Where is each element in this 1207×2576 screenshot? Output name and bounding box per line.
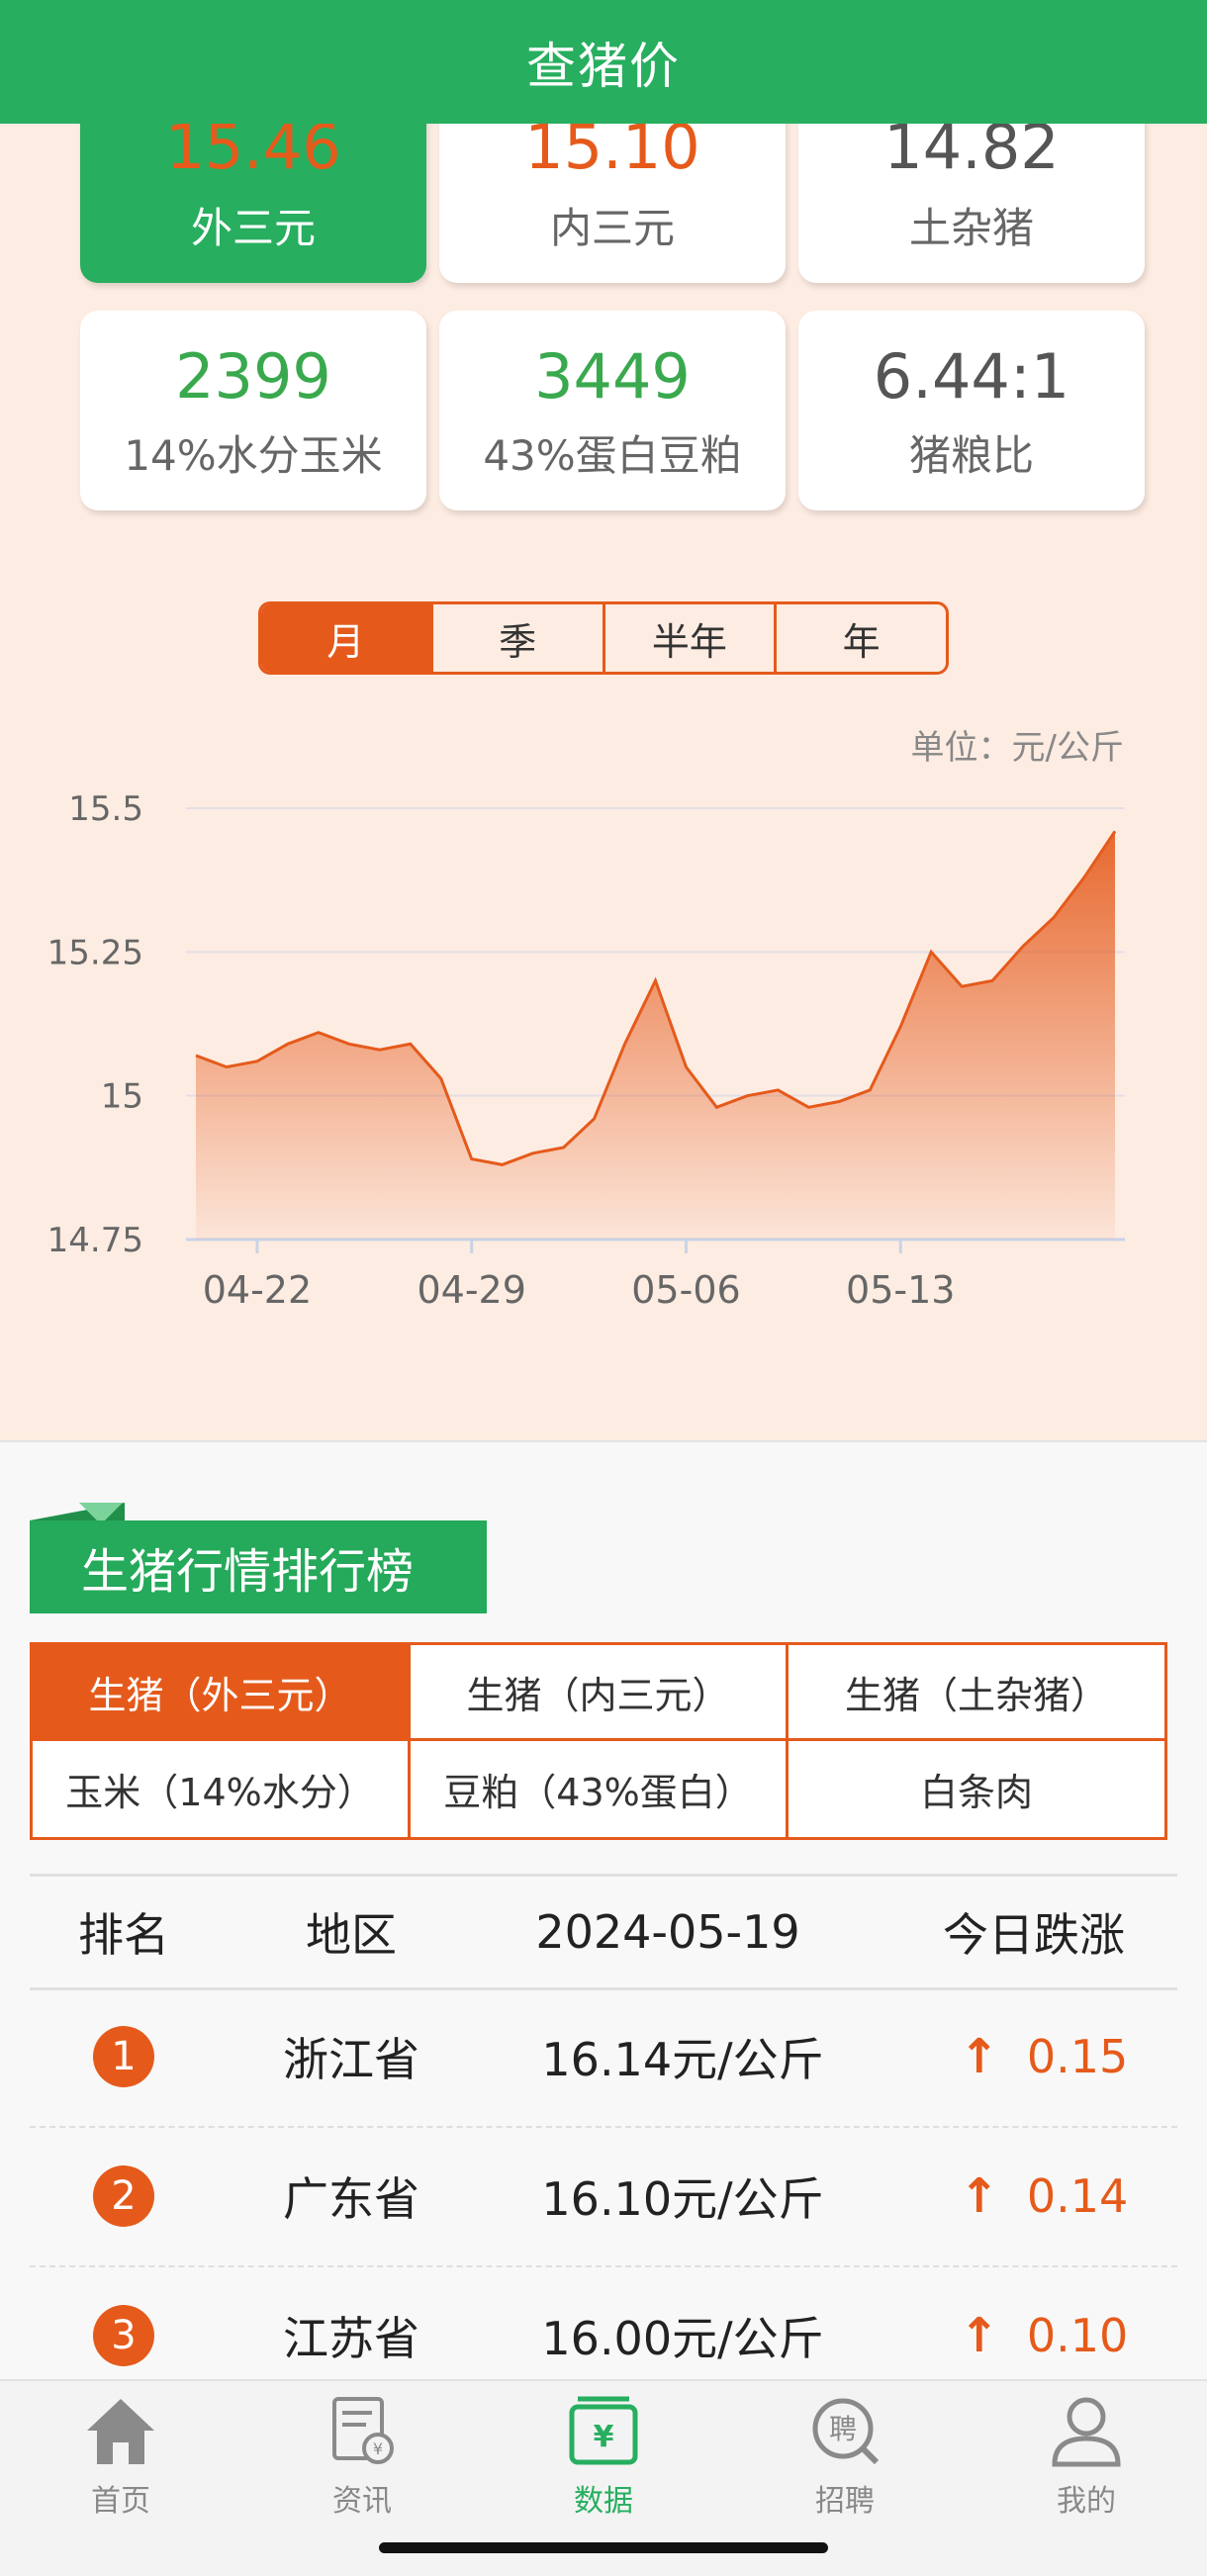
card-value: 15.10 [524,111,700,183]
nav-label: 资讯 [332,2484,392,2519]
up-arrow-icon: ↑ [959,2168,999,2224]
row-change: ↑ 0.14 [920,2127,1167,2265]
row-change: ↑ 0.15 [920,1987,1167,2126]
profile-icon [1052,2397,1121,2467]
category-corn[interactable]: 玉米（14%水分） [33,1741,411,1837]
page-title: 查猪价 [0,0,1207,124]
header-change: 今日跌涨 [943,1908,1125,1962]
ranking-category-grid: 生猪（外三元） 生猪（内三元） 生猪（土杂猪） 玉米（14%水分） 豆粕（43%… [30,1642,1167,1840]
y-tick-label: 14.75 [47,1221,143,1260]
x-tick-label: 05-13 [846,1268,955,1312]
category-waisanyuan[interactable]: 生猪（外三元） [33,1645,411,1741]
svg-text:¥: ¥ [373,2439,383,2458]
card-corn[interactable]: 2399 14%水分玉米 [80,311,426,510]
home-icon [87,2399,154,2464]
tab-year[interactable]: 年 [774,604,946,672]
card-value: 14.82 [883,111,1060,183]
nav-data[interactable]: ¥ 数据 [524,2391,683,2539]
recruit-icon: 聘 [812,2398,880,2465]
row-price: 16.10元/公斤 [541,2172,824,2226]
nav-label: 招聘 [815,2484,875,2519]
nav-label: 首页 [91,2484,150,2519]
rank-badge: 3 [93,2305,154,2366]
card-tuzazhu[interactable]: 14.82 土杂猪 [798,99,1145,283]
period-tabs: 月 季 半年 年 [258,601,949,675]
change-value: 0.15 [1026,2030,1129,2083]
card-label: 土杂猪 [908,204,1034,252]
x-tick-label: 04-22 [203,1268,312,1312]
y-tick-label: 15.25 [47,933,143,972]
ranking-table-header: 排名 地区 2024-05-19 今日跌涨 [30,1874,1177,1990]
header-rank: 排名 [78,1908,169,1962]
category-neisanyuan[interactable]: 生猪（内三元） [411,1645,789,1741]
rank-badge: 1 [93,2026,154,2087]
chart-unit: 单位：元/公斤 [910,728,1124,768]
row-region: 浙江省 [283,2033,419,2086]
card-value: 15.46 [165,111,341,183]
change-value: 0.10 [1026,2309,1129,2362]
price-area [196,831,1115,1240]
nav-home[interactable]: 首页 [42,2391,200,2539]
nav-profile[interactable]: 我的 [1007,2391,1165,2539]
card-waisanyuan[interactable]: 15.46 外三元 [80,99,426,283]
news-icon: ¥ [332,2397,394,2464]
table-row[interactable]: 1 浙江省 16.14元/公斤 ↑ 0.15 [30,1987,1177,2128]
up-arrow-icon: ↑ [959,2308,999,2363]
card-pig-grain-ratio[interactable]: 6.44:1 猪粮比 [798,311,1145,510]
category-soymeal[interactable]: 豆粕（43%蛋白） [411,1741,789,1837]
tab-quarter[interactable]: 季 [429,604,603,672]
change-value: 0.14 [1026,2169,1129,2223]
header-region: 地区 [306,1908,397,1962]
card-label: 外三元 [190,204,316,252]
card-value: 6.44:1 [873,340,1070,413]
x-tick-label: 05-06 [631,1268,740,1312]
svg-text:¥: ¥ [594,2420,614,2454]
up-arrow-icon: ↑ [959,2029,999,2084]
card-label: 猪粮比 [908,431,1034,480]
price-chart: 15.5 15.25 15 14.75 04-22 04-29 05-06 05-13 [47,789,1125,1312]
x-tick-label: 04-29 [417,1268,525,1312]
card-label: 43%蛋白豆粕 [483,431,742,480]
tab-half-year[interactable]: 半年 [602,604,775,672]
card-label: 14%水分玉米 [124,431,383,480]
card-value: 2399 [175,340,331,413]
nav-label: 数据 [574,2484,633,2519]
category-tuzazhu[interactable]: 生猪（土杂猪） [789,1645,1164,1741]
rank-badge: 2 [93,2165,154,2227]
header-date: 2024-05-19 [535,1905,800,1959]
svg-text:聘: 聘 [829,2413,857,2445]
card-value: 3449 [534,340,691,413]
nav-label: 我的 [1057,2484,1116,2519]
card-neisanyuan[interactable]: 15.10 内三元 [439,99,786,283]
table-row[interactable]: 2 广东省 16.10元/公斤 ↑ 0.14 [30,2127,1177,2267]
y-tick-label: 15.5 [68,789,143,829]
tab-month[interactable]: 月 [261,604,430,672]
card-soymeal[interactable]: 3449 43%蛋白豆粕 [439,311,786,510]
data-icon: ¥ [569,2396,638,2465]
nav-news[interactable]: ¥ 资讯 [283,2391,441,2539]
row-region: 广东省 [283,2172,419,2226]
category-pork-carcass[interactable]: 白条肉 [789,1741,1164,1837]
row-price: 16.14元/公斤 [541,2033,824,2086]
nav-recruit[interactable]: 聘 招聘 [766,2391,924,2539]
card-label: 内三元 [549,204,675,252]
y-tick-label: 15 [101,1077,143,1117]
home-indicator [379,2542,828,2553]
ranking-title: 生猪行情排行榜 [30,1520,487,1613]
